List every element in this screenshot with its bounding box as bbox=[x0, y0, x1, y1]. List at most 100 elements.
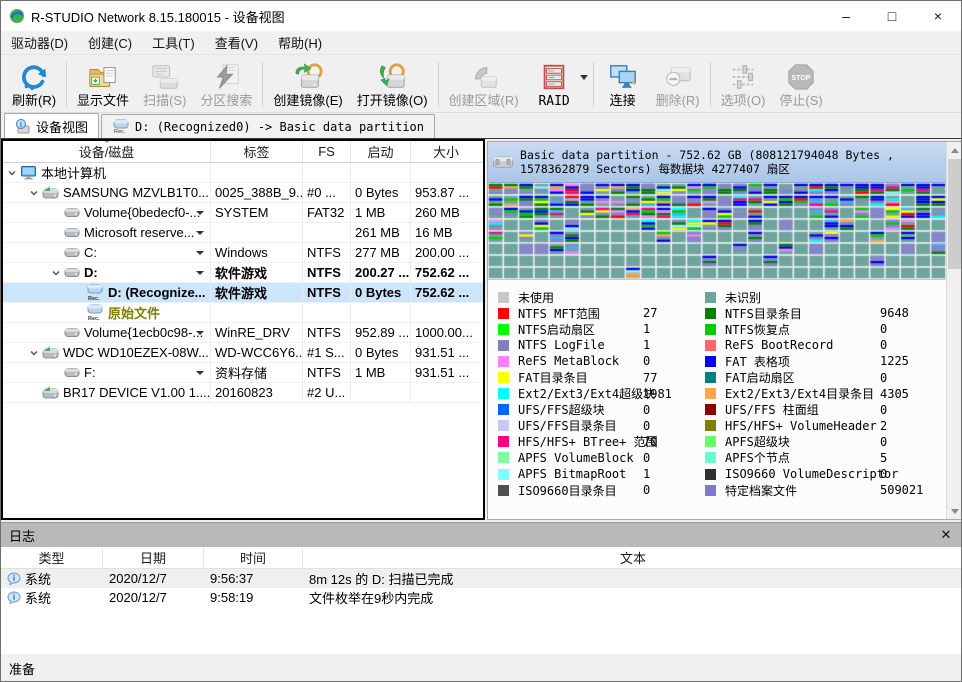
device-name-cell[interactable]: Microsoft reserve... bbox=[3, 223, 211, 242]
device-label-cell: WinRE_DRV bbox=[211, 323, 303, 342]
device-fs-cell: NTFS bbox=[303, 363, 351, 382]
show-files-button[interactable]: 显示文件 bbox=[70, 58, 136, 111]
sort-indicator-icon: ⌃ bbox=[103, 139, 111, 150]
scan-button[interactable]: 扫描(S) bbox=[136, 58, 193, 111]
table-row[interactable]: Rec.D: (Recognize...软件游戏NTFS0 Bytes752.6… bbox=[3, 283, 483, 303]
info-bubble-icon: i bbox=[7, 591, 21, 604]
log-column-type[interactable]: 类型 bbox=[1, 547, 103, 568]
tab-device-view[interactable]: i 设备视图 bbox=[4, 113, 99, 138]
row-dropdown-icon[interactable] bbox=[196, 231, 204, 235]
device-boot-cell: 261 MB bbox=[351, 223, 411, 242]
device-name-cell[interactable]: Volume{0bedecf0-... bbox=[3, 203, 211, 222]
device-name-cell[interactable]: Volume{1ecb0c98-... bbox=[3, 323, 211, 342]
column-header-boot[interactable]: 启动 bbox=[351, 141, 411, 162]
legend-label: NTFS启动扇区 bbox=[518, 321, 643, 338]
minimize-button[interactable]: – bbox=[823, 1, 869, 31]
options-button[interactable]: 选项(O) bbox=[714, 58, 773, 111]
table-row[interactable]: F:资料存储NTFS1 MB931.51 ... bbox=[3, 363, 483, 383]
device-name-cell[interactable]: 本地计算机 bbox=[3, 163, 211, 182]
log-row[interactable]: i系统2020/12/79:58:19文件枚举在9秒内完成 bbox=[1, 588, 962, 607]
menu-help[interactable]: 帮助(H) bbox=[268, 30, 332, 55]
table-row[interactable]: C:WindowsNTFS277 MB200.00 ... bbox=[3, 243, 483, 263]
create-image-button[interactable]: 创建镜像(E) bbox=[266, 58, 349, 111]
menu-view[interactable]: 查看(V) bbox=[205, 30, 268, 55]
table-row[interactable]: D:软件游戏NTFS200.27 ...752.62 ... bbox=[3, 263, 483, 283]
open-image-button[interactable]: 打开镜像(O) bbox=[350, 58, 435, 111]
row-dropdown-icon[interactable] bbox=[196, 211, 204, 215]
device-label-cell: 资料存储 bbox=[211, 363, 303, 382]
device-fs-cell: #0 ... bbox=[303, 183, 351, 202]
row-dropdown-icon[interactable] bbox=[196, 331, 204, 335]
row-dropdown-icon[interactable] bbox=[196, 371, 204, 375]
log-column-date[interactable]: 日期 bbox=[103, 547, 204, 568]
table-row[interactable]: Volume{0bedecf0-...SYSTEMFAT321 MB260 MB bbox=[3, 203, 483, 223]
close-button[interactable]: × bbox=[915, 1, 961, 31]
chevron-down-icon[interactable] bbox=[7, 168, 17, 178]
maximize-button[interactable]: □ bbox=[869, 1, 915, 31]
chevron-down-icon[interactable] bbox=[51, 268, 61, 278]
stop-icon: STOP bbox=[786, 60, 816, 93]
legend-label: HFS/HFS+ VolumeHeader bbox=[725, 419, 880, 433]
device-name-cell[interactable]: BR17 DEVICE V1.00 1.... bbox=[3, 383, 211, 402]
scan-block-map[interactable] bbox=[488, 183, 946, 280]
row-dropdown-icon[interactable] bbox=[196, 271, 204, 275]
log-column-time[interactable]: 时间 bbox=[204, 547, 303, 568]
legend-label: APFS超级块 bbox=[725, 433, 880, 450]
delete-button[interactable]: 删除(R) bbox=[649, 58, 707, 111]
legend-swatch bbox=[705, 356, 716, 367]
table-row[interactable]: SAMSUNG MZVLB1T0...0025_388B_9...#0 ...0… bbox=[3, 183, 483, 203]
column-header-label[interactable]: 标签 bbox=[211, 141, 303, 162]
device-label-cell bbox=[211, 223, 303, 242]
table-row[interactable]: WDC WD10EZEX-08W...WD-WCC6Y6...#1 S...0 … bbox=[3, 343, 483, 363]
log-row[interactable]: i系统2020/12/79:56:378m 12s 的 D: 扫描已完成 bbox=[1, 569, 962, 588]
menu-tools[interactable]: 工具(T) bbox=[142, 30, 205, 55]
refresh-button[interactable]: 刷新(R) bbox=[5, 58, 63, 111]
table-row[interactable]: BR17 DEVICE V1.00 1....20160823#2 U... bbox=[3, 383, 483, 403]
legend-swatch bbox=[498, 452, 509, 463]
svg-text:i: i bbox=[20, 121, 22, 129]
column-header-fs[interactable]: FS bbox=[303, 141, 351, 162]
create-region-button[interactable]: 创建区域(R) bbox=[442, 58, 526, 111]
table-row[interactable]: 本地计算机 bbox=[3, 163, 483, 183]
chevron-down-icon[interactable] bbox=[29, 188, 39, 198]
device-name-cell[interactable]: C: bbox=[3, 243, 211, 262]
menu-create[interactable]: 创建(C) bbox=[78, 30, 142, 55]
device-name-cell[interactable]: WDC WD10EZEX-08W... bbox=[3, 343, 211, 362]
stop-button[interactable]: STOP 停止(S) bbox=[772, 58, 829, 111]
device-label-cell: 软件游戏 bbox=[211, 263, 303, 282]
raid-icon bbox=[539, 60, 569, 94]
connect-button[interactable]: 连接 bbox=[597, 58, 649, 111]
raid-dropdown-icon[interactable] bbox=[580, 75, 588, 80]
log-column-text[interactable]: 文本 bbox=[303, 547, 962, 568]
legend-count: 0 bbox=[880, 403, 887, 417]
legend-label: UFS/FFS目录条目 bbox=[518, 417, 643, 434]
device-fs-cell: #1 S... bbox=[303, 343, 351, 362]
device-name: C: bbox=[84, 245, 97, 260]
device-label-cell: Windows bbox=[211, 243, 303, 262]
menu-drive[interactable]: 驱动器(D) bbox=[1, 30, 78, 55]
device-name-cell[interactable]: Rec.D: (Recognize... bbox=[3, 283, 211, 302]
legend-item: HFS/HFS+ VolumeHeader2 bbox=[705, 418, 923, 434]
scroll-up-icon[interactable] bbox=[947, 142, 962, 158]
table-row[interactable]: Microsoft reserve... 261 MB16 MB bbox=[3, 223, 483, 243]
legend-swatch bbox=[498, 436, 509, 447]
scroll-down-icon[interactable] bbox=[947, 503, 962, 519]
legend-swatch bbox=[705, 485, 716, 496]
table-row[interactable]: Volume{1ecb0c98-...WinRE_DRVNTFS952.89 .… bbox=[3, 323, 483, 343]
chevron-down-icon[interactable] bbox=[29, 348, 39, 358]
device-size-cell: 16 MB bbox=[411, 223, 481, 242]
raid-button[interactable]: RAID bbox=[526, 58, 590, 111]
log-close-icon[interactable]: ✕ bbox=[937, 527, 955, 543]
table-row[interactable]: Rec.原始文件 bbox=[3, 303, 483, 323]
column-header-size[interactable]: 大小 bbox=[411, 141, 481, 162]
device-name-cell[interactable]: D: bbox=[3, 263, 211, 282]
device-label-cell: SYSTEM bbox=[211, 203, 303, 222]
device-name-cell[interactable]: Rec.原始文件 bbox=[3, 303, 211, 322]
row-dropdown-icon[interactable] bbox=[196, 251, 204, 255]
scan-scrollbar[interactable] bbox=[946, 142, 962, 519]
partition-search-button[interactable]: 分区搜索 bbox=[193, 58, 259, 111]
device-name-cell[interactable]: SAMSUNG MZVLB1T0... bbox=[3, 183, 211, 202]
tab-recognized-partition[interactable]: Rec. D: (Recognized0) -> Basic data part… bbox=[101, 114, 435, 138]
scroll-thumb[interactable] bbox=[948, 159, 961, 269]
device-name-cell[interactable]: F: bbox=[3, 363, 211, 382]
